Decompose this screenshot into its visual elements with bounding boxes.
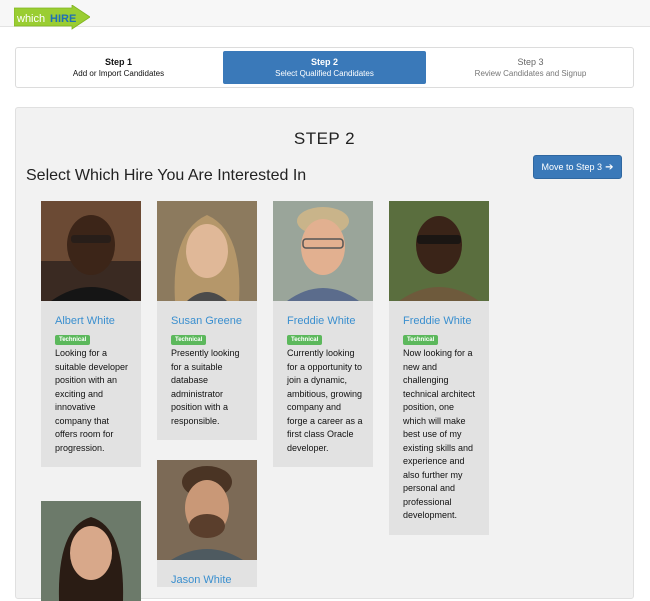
step-2-title: Step 2 bbox=[310, 57, 338, 67]
category-badge: Technical bbox=[55, 335, 91, 345]
whichhire-logo[interactable]: which HIRE bbox=[14, 5, 90, 33]
category-badge: Technical bbox=[171, 335, 207, 345]
candidate-photo bbox=[389, 201, 489, 301]
page-heading: STEP 2 bbox=[293, 129, 356, 148]
step-1-tab[interactable]: Step 1 Add or Import Candidates bbox=[16, 48, 221, 87]
candidate-description: Looking for a suitable developer positio… bbox=[55, 348, 129, 453]
candidate-photo bbox=[41, 201, 141, 301]
candidate-card[interactable]: Freddie White Technical Currently lookin… bbox=[273, 201, 373, 467]
category-badge: Technical bbox=[403, 335, 439, 345]
candidate-name[interactable]: Susan Greene bbox=[157, 301, 257, 328]
move-to-step-3-button[interactable]: Move to Step 3 ➔ bbox=[533, 155, 622, 179]
step-3-tab[interactable]: Step 3 Review Candidates and Signup bbox=[428, 48, 633, 87]
step-3-title: Step 3 bbox=[517, 57, 544, 67]
move-button-label: Move to Step 3 bbox=[541, 162, 603, 172]
candidate-card[interactable] bbox=[41, 501, 141, 601]
candidate-name[interactable]: Albert White bbox=[41, 301, 141, 328]
step-2-desc: Select Qualified Candidates bbox=[275, 69, 374, 78]
candidate-card[interactable]: Jason White bbox=[157, 460, 257, 587]
svg-text:which: which bbox=[16, 13, 45, 25]
arrow-right-icon: ➔ bbox=[605, 161, 614, 173]
candidate-description: Presently looking for a suitable databas… bbox=[171, 348, 240, 426]
step-1-title: Step 1 bbox=[104, 57, 132, 67]
candidate-photo bbox=[157, 460, 257, 560]
category-badge: Technical bbox=[287, 335, 323, 345]
main-panel: STEP 2 Select Which Hire You Are Interes… bbox=[15, 107, 634, 601]
candidate-photo bbox=[157, 201, 257, 301]
svg-text:HIRE: HIRE bbox=[50, 13, 76, 25]
candidate-photo bbox=[273, 201, 373, 301]
candidate-description: Currently looking for a opportunity to j… bbox=[287, 348, 363, 453]
candidate-photo bbox=[41, 501, 141, 601]
candidate-card[interactable]: Susan Greene Technical Presently looking… bbox=[157, 201, 257, 440]
candidate-name[interactable]: Freddie White bbox=[273, 301, 373, 328]
page-subtitle: Select Which Hire You Are Interested In bbox=[26, 167, 307, 184]
candidate-card[interactable]: Albert White Technical Looking for a sui… bbox=[41, 201, 141, 467]
candidate-card[interactable]: Freddie White Technical Now looking for … bbox=[389, 201, 489, 535]
candidate-description: Now looking for a new and challenging te… bbox=[403, 348, 476, 520]
step-3-desc: Review Candidates and Signup bbox=[474, 69, 587, 78]
step-progress-bar: Step 1 Add or Import Candidates Step 2 S… bbox=[15, 47, 634, 88]
top-bar: which HIRE bbox=[0, 0, 650, 30]
step-2-tab[interactable]: Step 2 Select Qualified Candidates bbox=[223, 51, 426, 84]
step-1-desc: Add or Import Candidates bbox=[72, 69, 165, 78]
candidate-name[interactable]: Freddie White bbox=[389, 301, 489, 328]
